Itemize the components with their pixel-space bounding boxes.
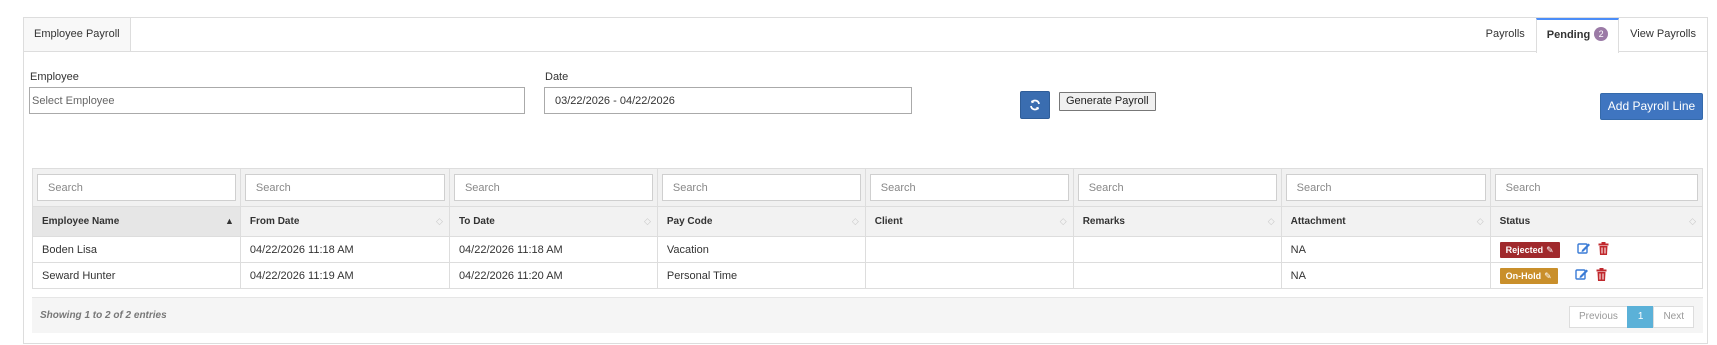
- tab-payrolls[interactable]: Payrolls: [1475, 18, 1536, 52]
- status-badge[interactable]: On-Hold ✎: [1499, 267, 1558, 284]
- search-cell: [239, 168, 450, 207]
- search-cell: [864, 168, 1074, 207]
- column-header-label: Employee Name: [42, 216, 120, 227]
- tab-label: View Payrolls: [1630, 28, 1696, 40]
- add-payroll-line-button[interactable]: Add Payroll Line: [1600, 93, 1703, 120]
- search-cell: [1280, 168, 1491, 207]
- panel-header: Employee Payroll Payrolls Pending 2 View …: [24, 18, 1707, 53]
- edit-icon[interactable]: [1577, 242, 1591, 258]
- search-cell: [1489, 168, 1704, 207]
- table-header-row: Employee Name ▲ From Date ◇ To Date ◇ Pay C…: [32, 206, 1704, 237]
- to-date-cell: 04/22/2026 11:18 AM: [448, 236, 658, 263]
- generate-payroll-button[interactable]: Generate Payroll: [1059, 92, 1156, 111]
- search-to-date-input[interactable]: [453, 174, 653, 201]
- trash-icon[interactable]: [1598, 241, 1609, 258]
- sort-icon: ◇: [1689, 216, 1696, 226]
- edit-icon[interactable]: [1575, 268, 1589, 284]
- remarks-cell: [1072, 262, 1282, 289]
- pay-code-cell: Vacation: [656, 236, 866, 263]
- search-status-input[interactable]: [1494, 174, 1698, 201]
- employee-label: Employee: [30, 71, 79, 83]
- employee-name-cell: Seward Hunter: [32, 262, 241, 289]
- tab-view-payrolls[interactable]: View Payrolls: [1619, 18, 1707, 52]
- column-header-label: Status: [1499, 216, 1531, 227]
- refresh-icon: [1030, 99, 1040, 111]
- trash-icon[interactable]: [1596, 267, 1607, 284]
- to-date-cell: 04/22/2026 11:20 AM: [448, 262, 658, 289]
- attachment-cell: NA: [1280, 236, 1491, 263]
- pending-count-badge: 2: [1594, 27, 1609, 41]
- status-badge[interactable]: Rejected ✎: [1499, 241, 1560, 258]
- edit-small-icon: ✎: [1544, 270, 1552, 281]
- previous-page-button[interactable]: Previous: [1568, 306, 1628, 328]
- status-cell: Rejected ✎: [1489, 236, 1704, 263]
- search-cell: [656, 168, 866, 207]
- column-header-from-date[interactable]: From Date ◇: [239, 206, 450, 237]
- employee-select[interactable]: [29, 87, 525, 114]
- sort-icon: ◇: [1476, 216, 1484, 226]
- column-header-label: Pay Code: [666, 216, 713, 227]
- column-header-pay-code[interactable]: Pay Code ◇: [656, 206, 866, 237]
- column-header-to-date[interactable]: To Date ◇: [448, 206, 658, 237]
- tab-label: Pending: [1546, 29, 1591, 41]
- search-employee-input[interactable]: [37, 174, 236, 201]
- date-range-input[interactable]: [544, 87, 912, 114]
- column-header-label: Attachment: [1290, 216, 1346, 227]
- tab-label: Payrolls: [1485, 28, 1525, 40]
- search-pay-code-input[interactable]: [661, 174, 861, 201]
- remarks-cell: [1072, 236, 1282, 263]
- status-cell: On-Hold ✎: [1489, 262, 1704, 289]
- status-label: Rejected: [1505, 244, 1544, 255]
- sort-asc-icon: ▲: [225, 216, 234, 226]
- sort-icon: ◇: [436, 216, 443, 226]
- search-cell: [1072, 168, 1282, 207]
- from-date-cell: 04/22/2026 11:19 AM: [239, 262, 450, 289]
- table-row: Seward Hunter 04/22/2026 11:19 AM 04/22/…: [32, 262, 1704, 289]
- payroll-table: Employee Name ▲ From Date ◇ To Date ◇ Pay C…: [32, 168, 1704, 289]
- column-header-label: Client: [874, 216, 903, 227]
- sort-icon: ◇: [643, 216, 651, 226]
- panel-title-tab[interactable]: Employee Payroll: [24, 18, 131, 51]
- status-label: On-Hold: [1505, 270, 1542, 281]
- refresh-button[interactable]: [1020, 91, 1050, 119]
- from-date-cell: 04/22/2026 11:18 AM: [239, 236, 450, 263]
- column-header-label: From Date: [249, 216, 300, 227]
- tab-pending[interactable]: Pending 2: [1535, 18, 1620, 53]
- search-cell: [448, 168, 658, 207]
- entries-info: Showing 1 to 2 of 2 entries: [40, 310, 167, 321]
- sort-icon: ◇: [1267, 216, 1275, 226]
- search-attachment-input[interactable]: [1285, 174, 1486, 201]
- pay-code-cell: Personal Time: [656, 262, 866, 289]
- page-1-button[interactable]: 1: [1626, 306, 1655, 328]
- sort-icon: ◇: [851, 216, 859, 226]
- column-header-attachment[interactable]: Attachment ◇: [1280, 206, 1491, 237]
- column-header-status[interactable]: Status ◇: [1489, 206, 1704, 237]
- attachment-cell: NA: [1280, 262, 1491, 289]
- employee-name-cell: Boden Lisa: [32, 236, 241, 263]
- client-cell: [864, 236, 1074, 263]
- column-header-label: To Date: [458, 216, 495, 227]
- date-label: Date: [545, 71, 569, 83]
- edit-small-icon: ✎: [1546, 244, 1554, 255]
- column-search-row: [32, 168, 1704, 207]
- search-cell: [32, 168, 241, 207]
- search-from-date-input[interactable]: [244, 174, 445, 201]
- next-page-button[interactable]: Next: [1653, 306, 1694, 328]
- pagination: Previous 1 Next: [1568, 306, 1694, 328]
- column-header-label: Remarks: [1082, 216, 1125, 227]
- column-header-employee-name[interactable]: Employee Name ▲: [32, 206, 241, 237]
- search-client-input[interactable]: [869, 174, 1069, 201]
- sort-icon: ◇: [1059, 216, 1067, 226]
- search-remarks-input[interactable]: [1077, 174, 1277, 201]
- table-row: Boden Lisa 04/22/2026 11:18 AM 04/22/202…: [32, 236, 1704, 263]
- client-cell: [864, 262, 1074, 289]
- tab-bar: Payrolls Pending 2 View Payrolls: [1475, 18, 1707, 53]
- column-header-client[interactable]: Client ◇: [864, 206, 1074, 237]
- column-header-remarks[interactable]: Remarks ◇: [1072, 206, 1282, 237]
- table-footer: Showing 1 to 2 of 2 entries Previous 1 N…: [32, 297, 1703, 333]
